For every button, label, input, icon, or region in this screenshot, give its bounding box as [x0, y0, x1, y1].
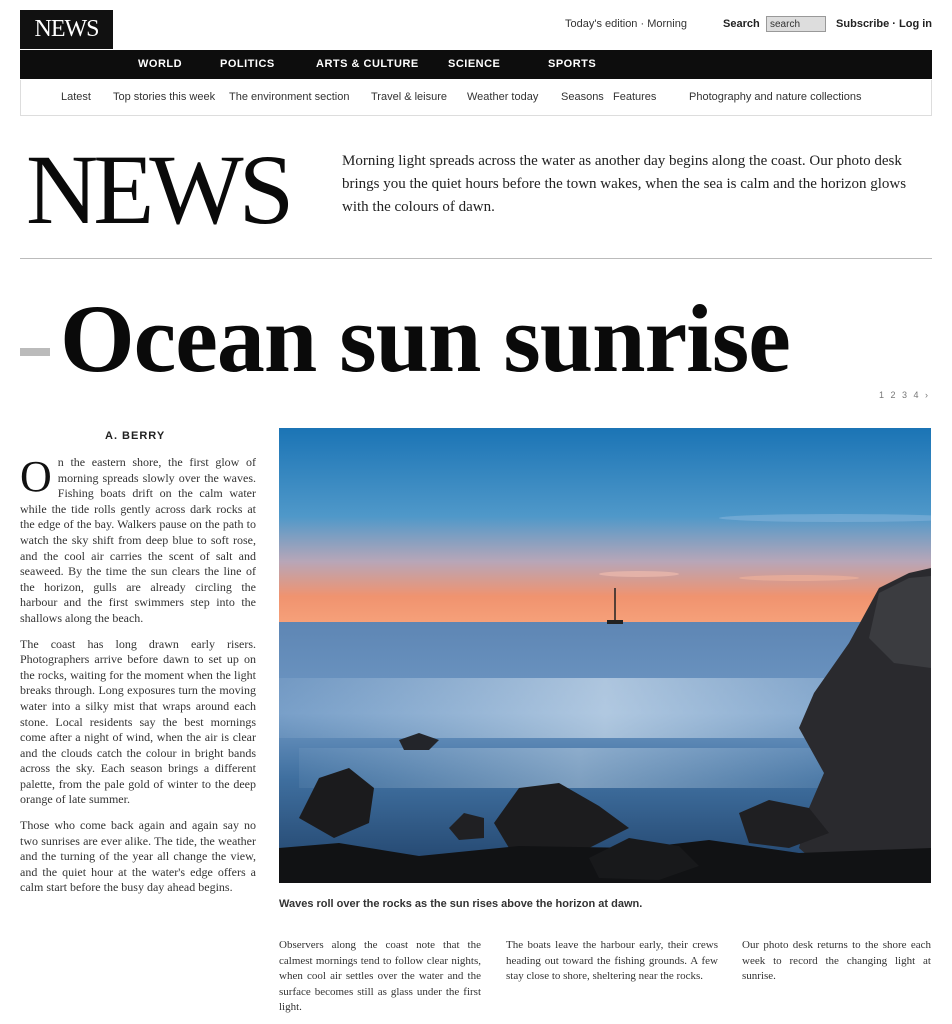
- photo-caption: Waves roll over the rocks as the sun ris…: [279, 898, 643, 910]
- bottom-column-1: Observers along the coast note that the …: [279, 939, 481, 1013]
- subnav-item-photography[interactable]: Photography and nature collections: [689, 91, 861, 103]
- article-paragraph: On the eastern shore, the first glow of …: [20, 455, 256, 627]
- article-body: On the eastern shore, the first glow of …: [20, 455, 256, 906]
- subnav-item-latest[interactable]: Latest: [61, 91, 91, 103]
- nav-item-science[interactable]: SCIENCE: [448, 58, 500, 70]
- main-nav: WORLD POLITICS ARTS & CULTURE SCIENCE SP…: [20, 50, 932, 79]
- top-bar: NEWS Today's edition · Morning Search Su…: [20, 10, 932, 50]
- drop-cap: O: [20, 452, 52, 501]
- headline-marker: [20, 348, 50, 356]
- search-input[interactable]: [766, 16, 826, 32]
- login-link[interactable]: Subscribe · Log in: [836, 18, 932, 30]
- subnav-item-environment[interactable]: The environment section: [229, 91, 349, 103]
- article-headline: Ocean sun sunrise: [60, 285, 791, 392]
- pagination[interactable]: 1 2 3 4 ›: [879, 390, 930, 400]
- nav-item-politics[interactable]: POLITICS: [220, 58, 275, 70]
- subnav-item-features[interactable]: Features: [613, 91, 656, 103]
- subnav-item-seasons[interactable]: Seasons: [561, 91, 604, 103]
- subnav-item-top-stories[interactable]: Top stories this week: [113, 91, 215, 103]
- section-divider: [20, 258, 932, 259]
- edition-date: Today's edition · Morning: [565, 18, 687, 30]
- hero-photo[interactable]: [279, 428, 931, 883]
- subnav-item-travel[interactable]: Travel & leisure: [371, 91, 447, 103]
- paragraph-text: n the eastern shore, the first glow of m…: [20, 455, 256, 625]
- article-paragraph: The coast has long drawn early risers. P…: [20, 636, 256, 807]
- article-paragraph: Those who come back again and again say …: [20, 818, 256, 895]
- search-label: Search: [723, 18, 760, 30]
- bottom-column-3: Our photo desk returns to the shore each…: [742, 939, 931, 982]
- nav-item-sports[interactable]: SPORTS: [548, 58, 596, 70]
- nav-item-world[interactable]: WORLD: [138, 58, 182, 70]
- ocean-sunrise-image: [279, 428, 931, 883]
- masthead-intro: Morning light spreads across the water a…: [342, 153, 907, 215]
- subnav-item-weather[interactable]: Weather today: [467, 91, 538, 103]
- nav-item-arts[interactable]: ARTS & CULTURE: [316, 58, 419, 70]
- byline: A. BERRY: [105, 430, 166, 442]
- site-logo[interactable]: NEWS: [20, 10, 113, 49]
- sub-nav: Latest Top stories this week The environ…: [20, 80, 932, 116]
- bottom-column-2: The boats leave the harbour early, their…: [506, 939, 718, 982]
- masthead-title: NEWS: [26, 134, 294, 245]
